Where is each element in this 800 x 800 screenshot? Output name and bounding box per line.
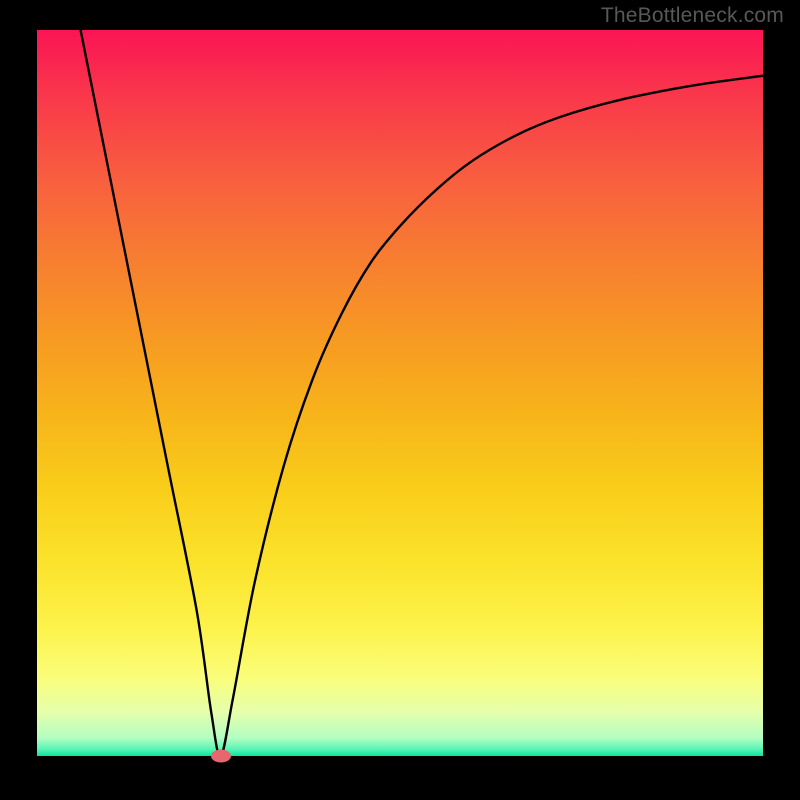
bottleneck-curve (37, 30, 763, 756)
plot-area (37, 30, 763, 756)
chart-frame: TheBottleneck.com (0, 0, 800, 800)
watermark-label: TheBottleneck.com (601, 4, 784, 28)
minimum-marker (211, 750, 231, 763)
